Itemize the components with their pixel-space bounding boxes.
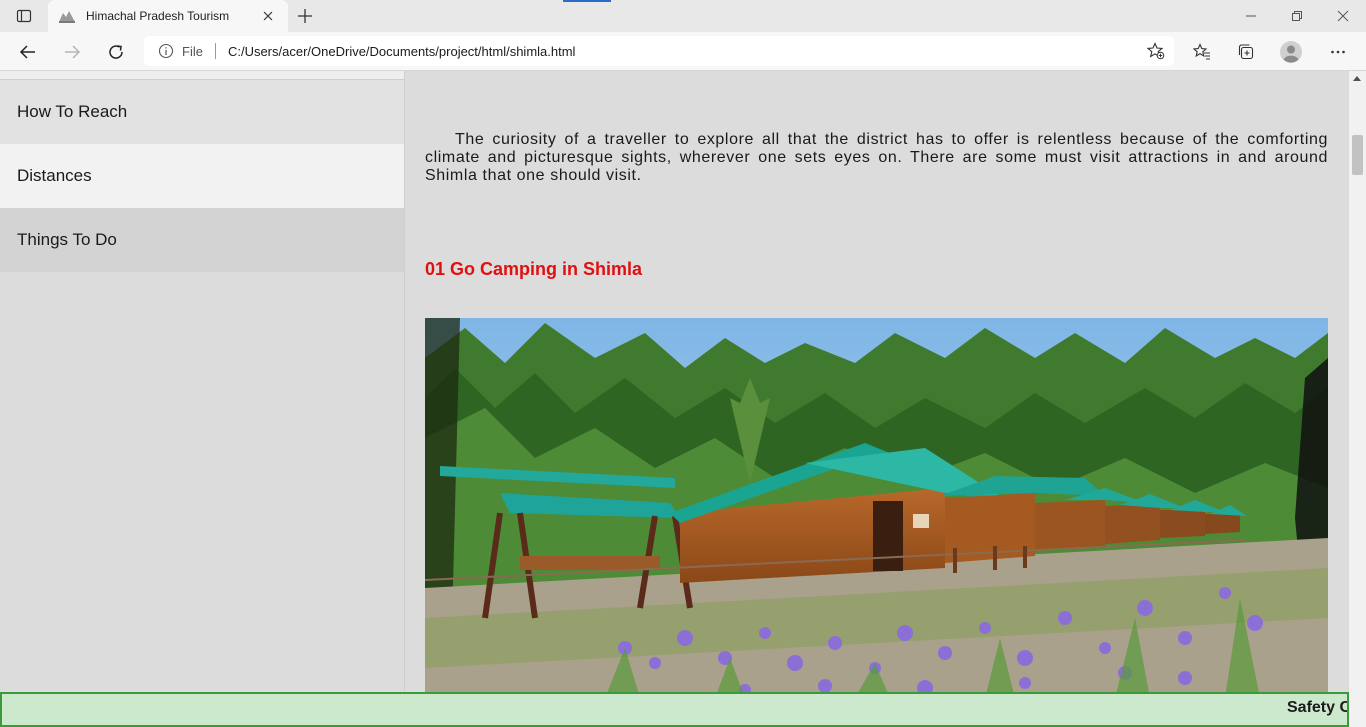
collections-button[interactable] [1230, 36, 1262, 68]
new-tab-button[interactable] [292, 4, 318, 28]
marquee-banner: Safety C [0, 692, 1349, 727]
back-button[interactable] [12, 36, 44, 68]
forward-button[interactable] [56, 36, 88, 68]
forward-arrow-icon [65, 45, 81, 59]
minimize-icon [1246, 15, 1256, 17]
browser-tab-active[interactable]: Himachal Pradesh Tourism [48, 0, 288, 32]
tab-actions-menu-button[interactable] [8, 4, 40, 28]
sidebar-item-partial[interactable] [0, 71, 404, 80]
address-bar[interactable]: File C:/Users/acer/OneDrive/Documents/pr… [144, 36, 1174, 66]
browser-tab-bar: Himachal Pradesh Tourism [0, 0, 1366, 32]
refresh-icon [109, 45, 123, 59]
favicon-icon [59, 11, 75, 23]
star-plus-icon [1147, 42, 1165, 60]
add-favorite-button[interactable] [1146, 41, 1166, 61]
close-icon [263, 11, 273, 21]
camping-photo [425, 318, 1328, 698]
address-separator [214, 43, 216, 59]
collections-icon [1238, 44, 1254, 60]
intro-paragraph: The curiosity of a traveller to explore … [425, 131, 1328, 184]
address-scheme: File [182, 43, 203, 59]
refresh-button[interactable] [100, 36, 132, 68]
page-scrollbar[interactable] [1349, 71, 1366, 727]
tab-title: Himachal Pradesh Tourism [86, 9, 230, 23]
sidebar-item-how-to-reach[interactable]: How To Reach [0, 80, 404, 144]
more-dots-icon [1331, 50, 1345, 54]
tab-strip-accent [563, 0, 611, 2]
camping-scene-image [425, 318, 1328, 698]
restore-icon [1292, 11, 1302, 21]
section-title: 01 Go Camping in Shimla [425, 259, 643, 279]
tab-close-button[interactable] [258, 6, 278, 26]
marquee-text: Safety C [1287, 699, 1349, 716]
minimize-button[interactable] [1228, 0, 1274, 32]
tab-actions-icon [16, 9, 32, 23]
sidebar-item-distances[interactable]: Distances [0, 144, 404, 208]
settings-more-button[interactable] [1322, 36, 1354, 68]
web-page: How To Reach Distances Things To Do The … [0, 71, 1349, 727]
info-icon[interactable] [158, 43, 174, 59]
back-arrow-icon [19, 45, 35, 59]
close-window-button[interactable] [1320, 0, 1366, 32]
avatar-icon [1280, 41, 1302, 63]
close-window-icon [1337, 10, 1349, 22]
profile-button[interactable] [1275, 36, 1307, 68]
scroll-up-arrow-icon[interactable] [1353, 76, 1361, 81]
restore-button[interactable] [1274, 0, 1320, 32]
browser-toolbar: File C:/Users/acer/OneDrive/Documents/pr… [0, 32, 1366, 71]
plus-icon [298, 9, 312, 23]
scrollbar-thumb[interactable] [1352, 135, 1363, 175]
sidebar-item-things-to-do[interactable]: Things To Do [0, 208, 404, 272]
sidebar-nav: How To Reach Distances Things To Do [0, 71, 405, 727]
favorites-button[interactable] [1186, 36, 1218, 68]
favorites-icon [1193, 43, 1210, 60]
address-url[interactable]: C:/Users/acer/OneDrive/Documents/project… [228, 44, 576, 59]
